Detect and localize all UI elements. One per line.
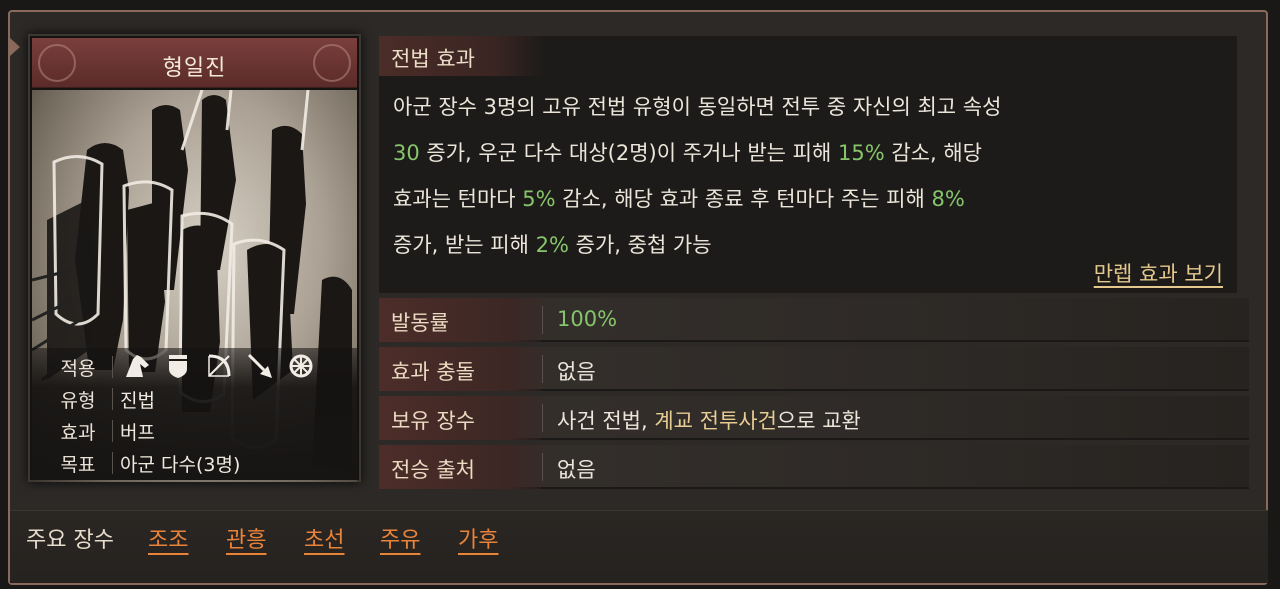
window-pointer xyxy=(10,38,20,56)
stat-row-owner: 보유 장수 사건 전법, 계교 전투사건으로 교환 xyxy=(379,396,1249,440)
stat-row-inherit: 전승 출처 없음 xyxy=(379,445,1249,489)
info-key: 효과 xyxy=(60,422,96,444)
troop-type-icons xyxy=(122,351,315,380)
general-link-juyu[interactable]: 주유 xyxy=(380,522,420,554)
info-key: 적용 xyxy=(60,358,96,380)
spear-icon xyxy=(245,351,274,380)
cavalry-icon xyxy=(122,351,151,380)
stat-label: 보유 장수 xyxy=(391,409,475,433)
effect-line: 30 증가, 우군 다수 대상(2명)이 주거나 받는 피해 15% 감소, 해… xyxy=(393,141,982,165)
effect-panel: 전법 효과 아군 장수 3명의 고유 전법 유형이 동일하면 전투 중 자신의 … xyxy=(379,36,1237,293)
card-info: 적용 유형 진법 효과 버프 목표 아군 다수(3명) xyxy=(32,348,357,480)
card-title-bar: 형일진 xyxy=(32,38,357,88)
stat-row-activation: 발동률 100% xyxy=(379,298,1249,342)
stat-label: 전승 출처 xyxy=(391,458,475,482)
general-link-choseon[interactable]: 초선 xyxy=(304,522,344,554)
effect-line: 효과는 턴마다 5% 감소, 해당 효과 종료 후 턴마다 주는 피해 8% xyxy=(393,187,965,211)
stat-row-conflict: 효과 충돌 없음 xyxy=(379,347,1249,391)
stat-label: 발동률 xyxy=(391,311,449,335)
stat-value: 사건 전법, 계교 전투사건으로 교환 xyxy=(557,409,861,433)
shield-icon xyxy=(163,351,192,380)
general-link-jojo[interactable]: 조조 xyxy=(148,522,188,554)
info-value: 진법 xyxy=(120,390,155,412)
info-row-applies: 적용 xyxy=(32,350,357,382)
general-link-gahu[interactable]: 가후 xyxy=(458,522,498,554)
info-value: 버프 xyxy=(120,422,155,444)
wheel-icon xyxy=(286,351,315,380)
effect-description: 아군 장수 3명의 고유 전법 유형이 동일하면 전투 중 자신의 최고 속성 … xyxy=(393,84,1223,268)
tactic-card: 형일진 적용 유형 진법 효과 버프 목표 아군 다수(3명) xyxy=(28,34,361,482)
stat-value: 없음 xyxy=(557,458,596,482)
info-row-target: 목표 아군 다수(3명) xyxy=(32,446,357,478)
info-value: 아군 다수(3명) xyxy=(120,454,241,476)
info-row-type: 유형 진법 xyxy=(32,382,357,414)
info-key: 유형 xyxy=(60,390,96,412)
event-tactic-highlight: 계교 전투사건 xyxy=(654,409,777,433)
stat-value: 없음 xyxy=(557,360,596,384)
effect-heading: 전법 효과 xyxy=(391,47,475,71)
stat-label: 효과 충돌 xyxy=(391,360,475,384)
info-key: 목표 xyxy=(60,454,96,476)
max-level-effect-link[interactable]: 만렙 효과 보기 xyxy=(1094,258,1223,288)
effect-line: 아군 장수 3명의 고유 전법 유형이 동일하면 전투 중 자신의 최고 속성 xyxy=(393,95,1002,119)
tactic-name: 형일진 xyxy=(162,56,227,81)
general-link-gwanheung[interactable]: 관흥 xyxy=(226,522,266,554)
info-row-effect: 효과 버프 xyxy=(32,414,357,446)
stat-value: 100% xyxy=(557,307,618,331)
bow-icon xyxy=(204,351,233,380)
main-generals-bar: 주요 장수 조조 관흥 초선 주유 가후 xyxy=(10,510,1268,583)
main-generals-label: 주요 장수 xyxy=(26,528,114,553)
